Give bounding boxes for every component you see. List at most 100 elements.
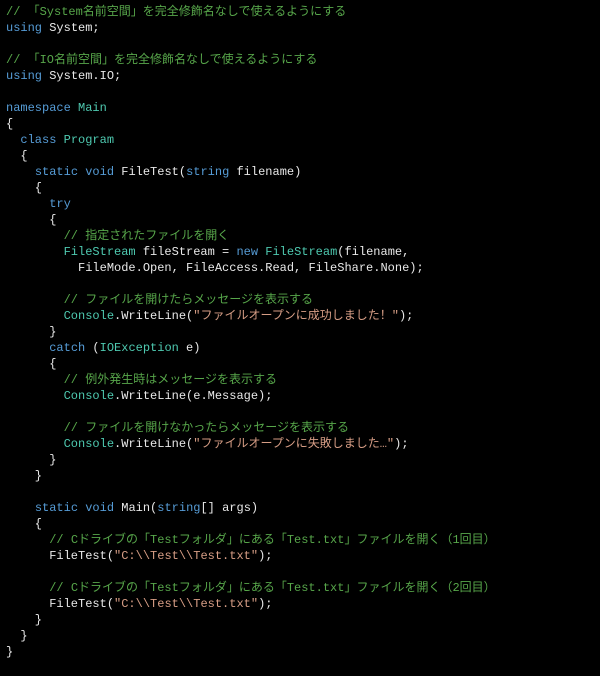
code-token: } xyxy=(6,325,56,339)
code-line: static void Main(string[] args) xyxy=(6,501,258,515)
code-token: static xyxy=(35,501,78,515)
code-line: FileStream fileStream = new FileStream(f… xyxy=(6,245,409,259)
code-token: // ファイルを開けなかったらメッセージを表示する xyxy=(64,421,349,435)
code-token: using xyxy=(6,69,42,83)
code-token: new xyxy=(236,245,258,259)
code-token xyxy=(6,133,20,147)
code-token: { xyxy=(6,117,13,131)
code-token: // Cドライブの「Testフォルダ」にある「Test.txt」ファイルを開く（… xyxy=(49,581,495,595)
code-token: // 「System名前空間」を完全修飾名なしで使えるようにする xyxy=(6,5,346,19)
code-line: Console.WriteLine(e.Message); xyxy=(6,389,272,403)
code-token xyxy=(6,437,64,451)
code-line: // 「System名前空間」を完全修飾名なしで使えるようにする xyxy=(6,5,346,19)
code-token: void xyxy=(85,165,114,179)
code-token: { xyxy=(6,357,56,371)
code-line: // Cドライブの「Testフォルダ」にある「Test.txt」ファイルを開く（… xyxy=(6,581,496,595)
code-token: System.IO; xyxy=(42,69,121,83)
code-token: } xyxy=(6,645,13,659)
code-token: // 例外発生時はメッセージを表示する xyxy=(64,373,277,387)
code-token: static xyxy=(35,165,78,179)
code-token xyxy=(6,389,64,403)
code-line: // Cドライブの「Testフォルダ」にある「Test.txt」ファイルを開く（… xyxy=(6,533,496,547)
code-token xyxy=(6,421,64,435)
code-token xyxy=(56,133,63,147)
code-token xyxy=(6,581,49,595)
code-line: { xyxy=(6,181,42,195)
code-token: // 指定されたファイルを開く xyxy=(64,229,230,243)
code-token: // ファイルを開けたらメッセージを表示する xyxy=(64,293,313,307)
code-line: FileTest("C:\\Test\\Test.txt"); xyxy=(6,597,272,611)
code-token: "C:\\Test\\Test.txt" xyxy=(114,597,258,611)
code-token: FileMode.Open, FileAccess.Read, FileShar… xyxy=(6,261,424,275)
code-token: ); xyxy=(399,309,413,323)
code-token: .WriteLine( xyxy=(114,437,193,451)
code-token xyxy=(6,245,64,259)
code-block: // 「System名前空間」を完全修飾名なしで使えるようにする using S… xyxy=(0,0,600,664)
code-token: } xyxy=(6,453,56,467)
code-line: catch (IOException e) xyxy=(6,341,200,355)
code-token: ( xyxy=(85,341,99,355)
code-line: { xyxy=(6,357,56,371)
code-token: // Cドライブの「Testフォルダ」にある「Test.txt」ファイルを開く（… xyxy=(49,533,495,547)
code-token: FileTest( xyxy=(6,597,114,611)
code-token: "C:\\Test\\Test.txt" xyxy=(114,549,258,563)
code-token: string xyxy=(157,501,200,515)
code-token: e) xyxy=(179,341,201,355)
code-token: Program xyxy=(64,133,114,147)
code-token: { xyxy=(6,213,56,227)
code-token: ); xyxy=(258,549,272,563)
code-token xyxy=(6,533,49,547)
code-token: Main xyxy=(78,101,107,115)
code-token: Console xyxy=(64,389,114,403)
code-line: using System; xyxy=(6,21,100,35)
code-token: ); xyxy=(258,597,272,611)
code-line: { xyxy=(6,117,13,131)
code-line: // 「IO名前空間」を完全修飾名なしで使えるようにする xyxy=(6,53,317,67)
code-token: { xyxy=(6,517,42,531)
code-line: FileTest("C:\\Test\\Test.txt"); xyxy=(6,549,272,563)
code-line: } xyxy=(6,325,56,339)
code-line: } xyxy=(6,629,28,643)
code-line: using System.IO; xyxy=(6,69,121,83)
code-token: } xyxy=(6,629,28,643)
code-token: .WriteLine(e.Message); xyxy=(114,389,272,403)
code-token: catch xyxy=(49,341,85,355)
code-line: // 例外発生時はメッセージを表示する xyxy=(6,373,277,387)
code-line: Console.WriteLine("ファイルオープンに失敗しました…"); xyxy=(6,437,409,451)
code-token: System; xyxy=(42,21,100,35)
code-token: FileTest( xyxy=(6,549,114,563)
code-line: class Program xyxy=(6,133,114,147)
code-line: Console.WriteLine("ファイルオープンに成功しました！"); xyxy=(6,309,413,323)
code-token: // 「IO名前空間」を完全修飾名なしで使えるようにする xyxy=(6,53,317,67)
code-token xyxy=(6,165,35,179)
code-token xyxy=(6,309,64,323)
code-token: class xyxy=(20,133,56,147)
code-line: { xyxy=(6,517,42,531)
code-token: Console xyxy=(64,437,114,451)
code-line: FileMode.Open, FileAccess.Read, FileShar… xyxy=(6,261,424,275)
code-token: { xyxy=(6,149,28,163)
code-token xyxy=(6,341,49,355)
code-token: string xyxy=(186,165,229,179)
code-token: void xyxy=(85,501,114,515)
code-token xyxy=(6,197,49,211)
code-token: FileTest( xyxy=(114,165,186,179)
code-line: { xyxy=(6,149,28,163)
code-token: } xyxy=(6,613,42,627)
code-line: } xyxy=(6,645,13,659)
code-line: } xyxy=(6,453,56,467)
code-token: try xyxy=(49,197,71,211)
code-token: FileStream xyxy=(265,245,337,259)
code-token xyxy=(6,501,35,515)
code-line: // ファイルを開けなかったらメッセージを表示する xyxy=(6,421,349,435)
code-line: // 指定されたファイルを開く xyxy=(6,229,229,243)
code-token xyxy=(6,293,64,307)
code-token: fileStream = xyxy=(136,245,237,259)
code-token xyxy=(6,373,64,387)
code-token xyxy=(71,101,78,115)
code-token: "ファイルオープンに成功しました！" xyxy=(193,309,399,323)
code-token: IOException xyxy=(100,341,179,355)
code-line: try xyxy=(6,197,71,211)
code-token: namespace xyxy=(6,101,71,115)
code-token: using xyxy=(6,21,42,35)
